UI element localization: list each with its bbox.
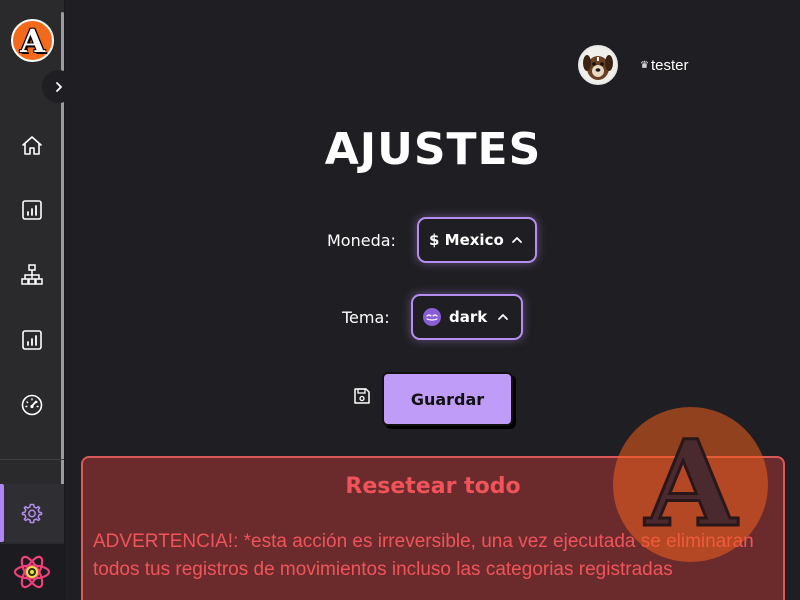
react-icon: [13, 555, 51, 589]
watermark-logo-icon: A: [613, 407, 768, 562]
app-logo[interactable]: A: [11, 19, 54, 62]
theme-select[interactable]: dark: [411, 294, 523, 340]
dark-theme-icon: [423, 308, 441, 326]
username: tester: [650, 56, 689, 74]
sidebar-item-dashboard[interactable]: [16, 389, 48, 421]
dog-avatar-icon: [580, 47, 616, 83]
chevron-up-icon: [498, 314, 508, 320]
currency-value: $ Mexico: [429, 231, 504, 249]
page-title: AJUSTES: [324, 124, 542, 175]
watermark-letter: A: [644, 425, 738, 545]
theme-label: Tema:: [342, 308, 390, 327]
user-menu[interactable]: ♛ tester: [640, 55, 688, 75]
sidebar: A: [0, 0, 75, 600]
floppy-disk-icon: [352, 386, 372, 406]
react-logo-area[interactable]: [0, 544, 64, 600]
chevron-right-icon: [55, 81, 62, 92]
theme-value: dark: [449, 308, 488, 326]
sidebar-item-stats[interactable]: [16, 324, 48, 356]
save-button[interactable]: Guardar: [382, 372, 513, 426]
currency-select[interactable]: $ Mexico: [417, 217, 537, 263]
sidebar-item-categories[interactable]: [16, 259, 48, 291]
avatar[interactable]: [578, 45, 618, 85]
bar-chart-icon: [22, 200, 42, 220]
sidebar-item-reports[interactable]: [16, 194, 48, 226]
active-indicator: [0, 484, 4, 542]
bar-chart-icon: [22, 330, 42, 350]
crown-icon: ♛: [640, 59, 649, 71]
chevron-up-icon: [512, 237, 522, 243]
currency-label: Moneda:: [327, 231, 396, 250]
sitemap-icon: [21, 264, 43, 285]
sidebar-divider: [0, 459, 64, 460]
logo-letter: A: [20, 21, 45, 60]
gear-icon: [21, 503, 43, 524]
sidebar-item-settings-icon-wrap[interactable]: [16, 498, 48, 530]
gauge-icon: [21, 394, 43, 416]
sidebar-expand-button[interactable]: [42, 70, 75, 103]
